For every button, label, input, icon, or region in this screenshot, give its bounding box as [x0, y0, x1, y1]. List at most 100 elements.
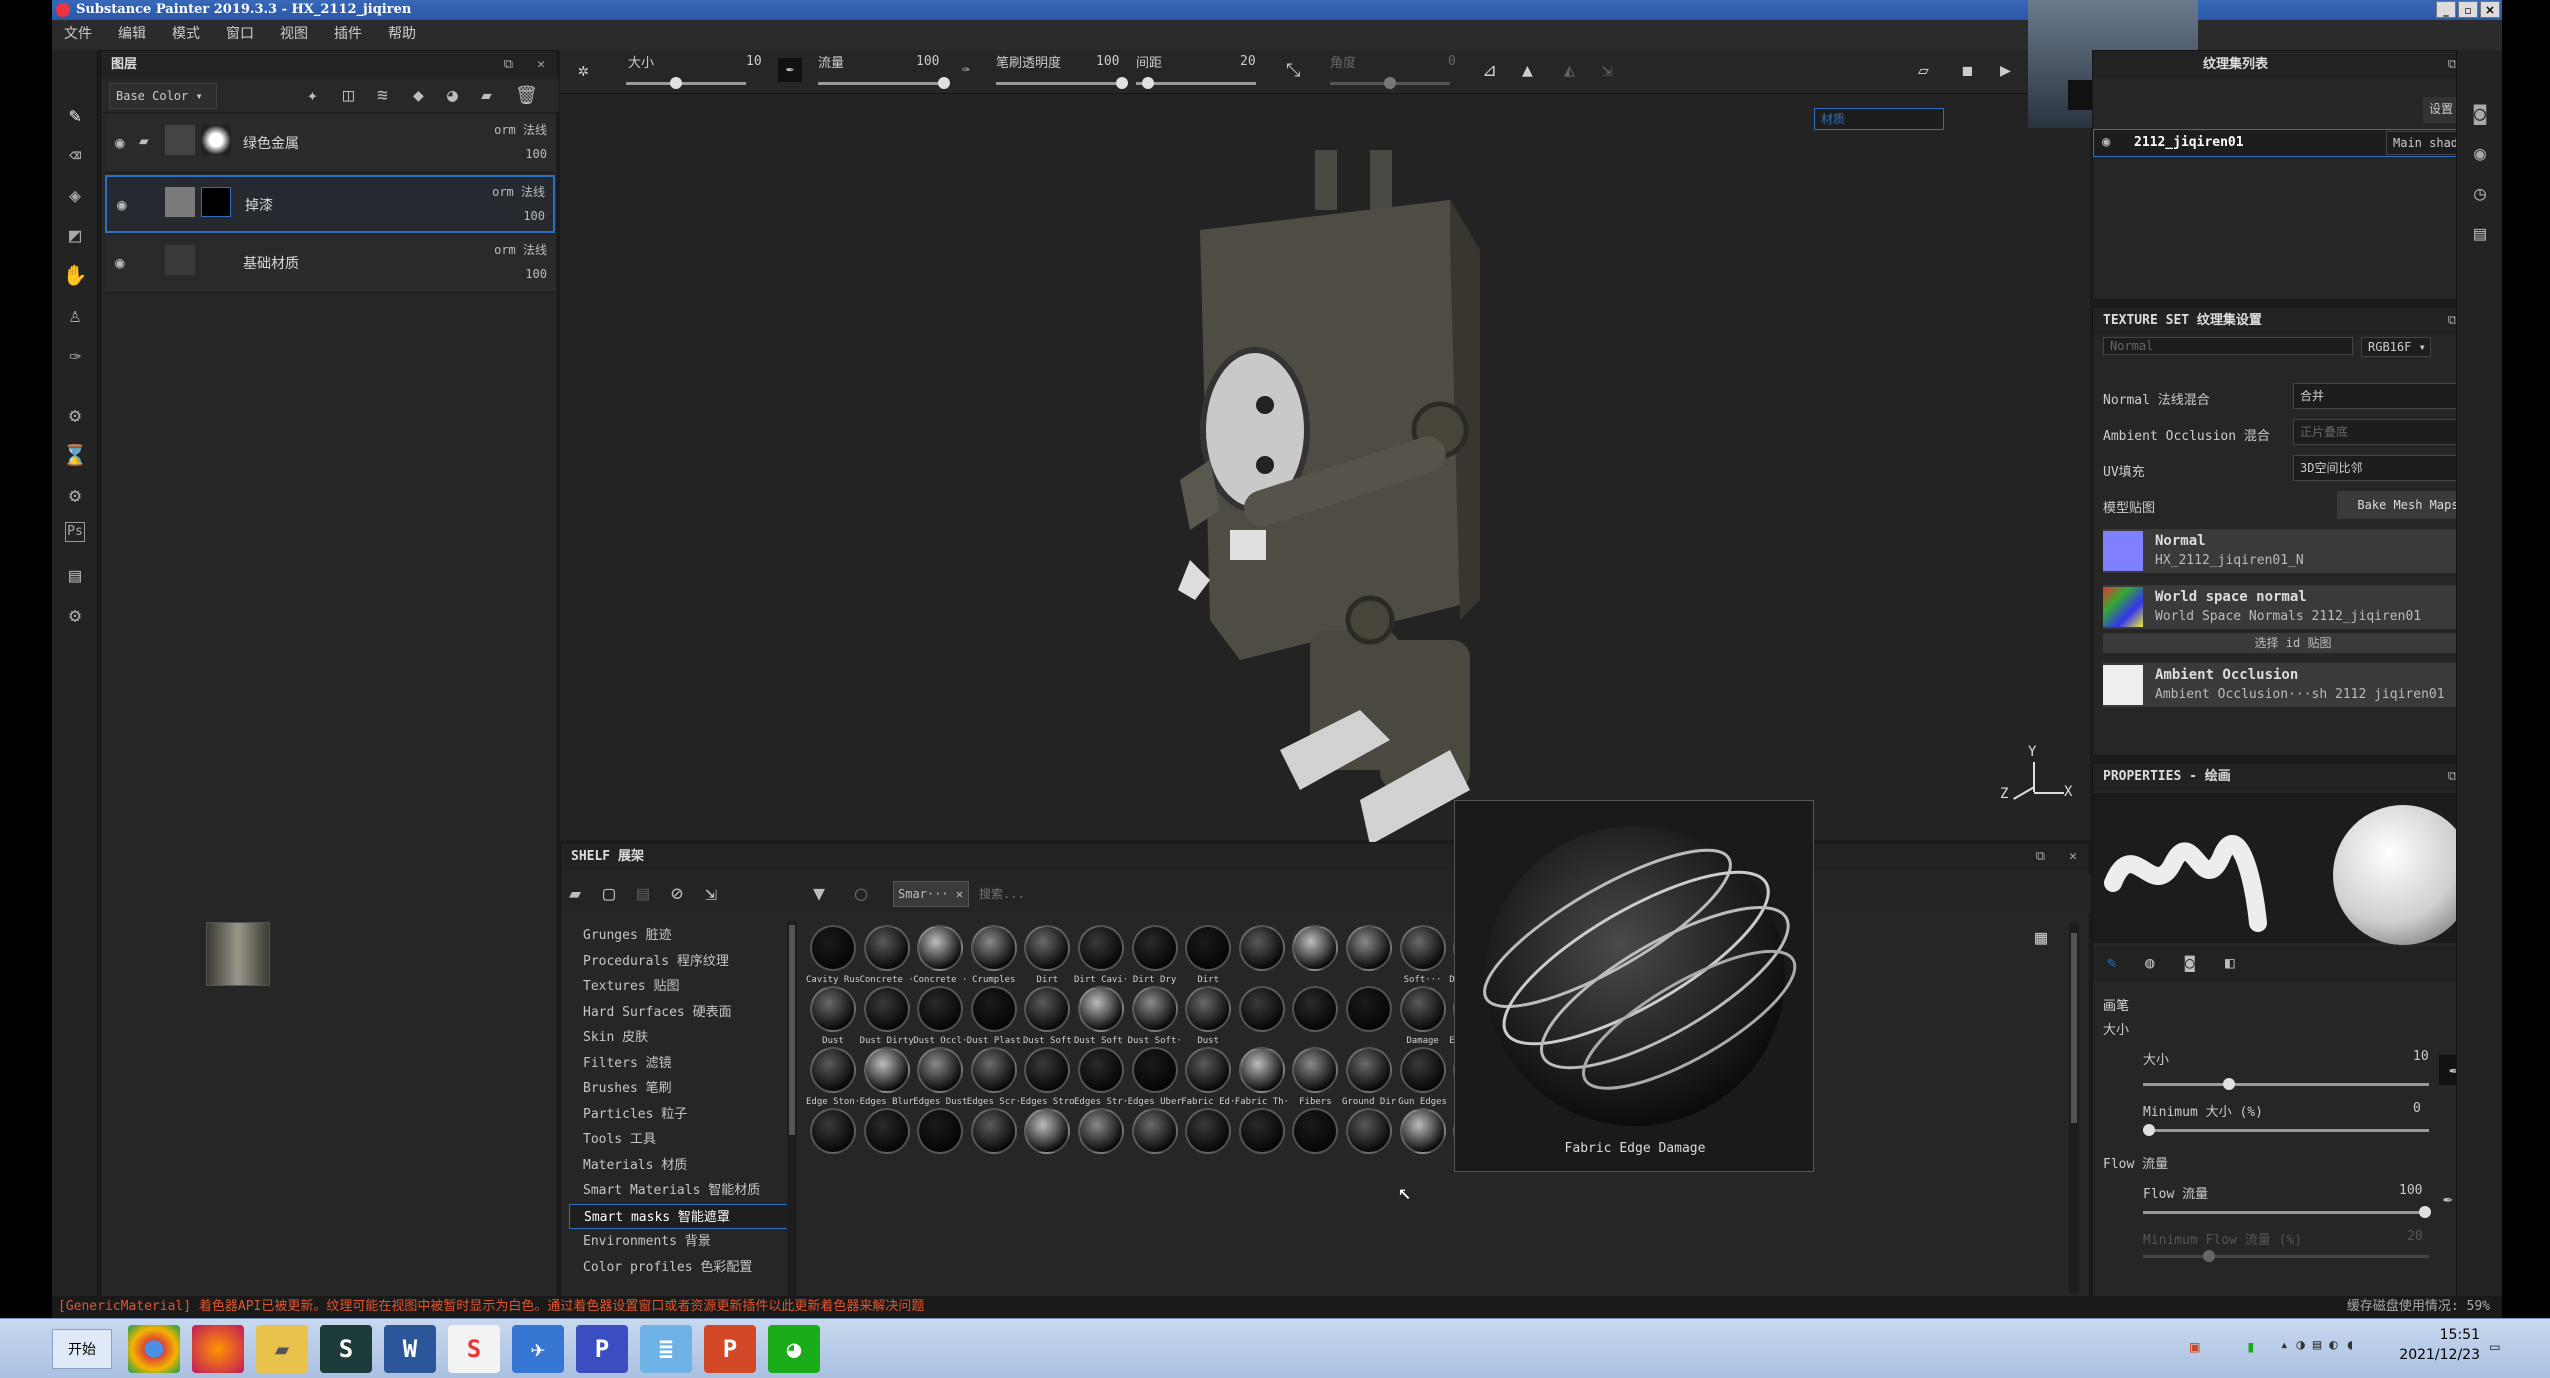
mirror-axis-icon[interactable]: ◭: [1564, 60, 1575, 81]
chrome-icon[interactable]: [128, 1325, 180, 1373]
opacity-slider[interactable]: [996, 77, 1128, 89]
add-effect-icon[interactable]: ✦: [307, 85, 318, 106]
layer-row-selected[interactable]: ◉ 掉漆 orm 法线 100: [105, 175, 555, 233]
alignment-icon[interactable]: ⊿: [1482, 60, 1497, 81]
close-panel-icon[interactable]: ✕: [2069, 843, 2077, 871]
smart-mask-item[interactable]: [1235, 1106, 1289, 1202]
eye-icon[interactable]: ◉: [115, 133, 125, 152]
eraser-tool-icon[interactable]: ⌫: [62, 142, 88, 168]
uv-padding-dropdown[interactable]: 3D空间比邻▾: [2293, 455, 2479, 481]
maximize-button[interactable]: ▫: [2458, 1, 2478, 18]
shelf-category[interactable]: Grunges 脏迹: [569, 923, 789, 949]
min-size-slider[interactable]: [2143, 1124, 2429, 1136]
shelf-category[interactable]: Particles 粒子: [569, 1102, 789, 1128]
photoshop-icon[interactable]: Ps: [65, 522, 85, 542]
menu-help[interactable]: 帮助: [388, 20, 416, 50]
opacity-value[interactable]: 100: [1096, 54, 1119, 69]
add-fill-layer-icon[interactable]: ◆: [413, 85, 424, 106]
history-icon[interactable]: ◷: [2467, 180, 2493, 206]
display-settings-icon[interactable]: ◉: [2467, 140, 2493, 166]
symmetry-icon[interactable]: ✲: [578, 60, 589, 81]
smart-mask-item[interactable]: [860, 1106, 914, 1202]
viewport-3d[interactable]: ✲ 大小 10 ✒ 流量 100 ✑ 笔刷透明度 100 间距 20 ⤡ 角度 …: [560, 0, 2198, 845]
format-dropdown[interactable]: RGB16F ▾: [2361, 337, 2431, 357]
brush-tool-icon[interactable]: ✎: [62, 102, 88, 128]
layer-blend[interactable]: orm 法线: [494, 121, 547, 138]
tray-icons[interactable]: ▴◑▤◐◖: [2280, 1337, 2362, 1353]
gear-icon[interactable]: ⚙: [62, 602, 88, 628]
p-app-icon[interactable]: P: [576, 1325, 628, 1373]
start-button[interactable]: 开始: [52, 1329, 112, 1369]
min-flow-slider[interactable]: [2143, 1250, 2429, 1262]
projection-tool-icon[interactable]: ◈: [62, 182, 88, 208]
robot-model[interactable]: [1060, 100, 1580, 880]
word-icon[interactable]: W: [384, 1325, 436, 1373]
shelf-category[interactable]: Environments 背景: [569, 1229, 789, 1255]
angle-slider[interactable]: [1330, 77, 1450, 89]
app-s-icon[interactable]: S: [320, 1325, 372, 1373]
shelf-category[interactable]: Textures 贴图: [569, 974, 789, 1000]
filter-icon[interactable]: ▼: [813, 881, 825, 905]
angle-value[interactable]: 0: [1448, 54, 1456, 69]
mirror-icon[interactable]: ▲: [1522, 60, 1533, 81]
texture-set-row[interactable]: ◉ 2112_jiqiren01 Main shader ▾: [2093, 129, 2501, 157]
menu-plugins[interactable]: 插件: [334, 20, 362, 50]
camera-icon[interactable]: ◙: [2467, 100, 2493, 126]
display-mode-icon[interactable]: ◼: [1962, 60, 1973, 81]
document-icon[interactable]: ▤: [62, 562, 88, 588]
smart-mask-item[interactable]: [1288, 1106, 1342, 1202]
smart-mask-item[interactable]: [1020, 1106, 1074, 1202]
delete-layer-icon[interactable]: 🗑: [515, 85, 538, 106]
menu-view[interactable]: 视图: [280, 20, 308, 50]
camera-view-icon[interactable]: ▱: [1918, 60, 1929, 81]
grid-view-icon[interactable]: ▦: [2035, 925, 2047, 949]
lazy-mouse-icon[interactable]: ⤡: [1286, 60, 1300, 81]
alpha-tab-icon[interactable]: ◙: [2185, 953, 2195, 972]
close-panel-icon[interactable]: ✕: [537, 51, 545, 79]
brush-flow-value[interactable]: 100: [2399, 1183, 2422, 1198]
save-icon[interactable]: ▤: [637, 881, 649, 905]
layer-blend[interactable]: orm 法线: [492, 183, 545, 200]
polygon-fill-icon[interactable]: ◩: [62, 222, 88, 248]
shelf-category[interactable]: Smart masks 智能遮罩: [569, 1203, 789, 1229]
flow-value[interactable]: 100: [916, 54, 939, 69]
eye-icon[interactable]: ◉: [115, 253, 125, 272]
flow-slider[interactable]: [818, 77, 950, 89]
log-icon[interactable]: ▤: [2467, 220, 2493, 246]
layer-row[interactable]: ◉ 基础材质 orm 法线 100: [105, 235, 555, 293]
minimize-button[interactable]: _: [2436, 1, 2456, 18]
select-id-map-button[interactable]: 选择 id 贴图: [2103, 633, 2483, 653]
wechat-icon[interactable]: ◕: [768, 1325, 820, 1373]
shelf-category[interactable]: Hard Surfaces 硬表面: [569, 1000, 789, 1026]
menu-file[interactable]: 文件: [64, 20, 92, 50]
ao-blend-dropdown[interactable]: 正片叠底: [2293, 419, 2479, 445]
new-file-icon[interactable]: ▢: [603, 881, 615, 905]
import-icon[interactable]: ⇲: [705, 881, 717, 905]
smart-mask-item[interactable]: [967, 1106, 1021, 1202]
smart-mask-item[interactable]: [1128, 1106, 1182, 1202]
smart-mask-item[interactable]: [806, 1106, 860, 1202]
transform-icon[interactable]: ⇲: [1602, 60, 1613, 81]
menu-window[interactable]: 窗口: [226, 20, 254, 50]
search-tag[interactable]: Smar··· ✕: [893, 881, 969, 907]
bake-tool-icon[interactable]: ⌛: [62, 442, 88, 468]
menu-mode[interactable]: 模式: [172, 20, 200, 50]
stencil-tab-icon[interactable]: ◧: [2225, 953, 2235, 972]
shelf-category[interactable]: Tools 工具: [569, 1127, 789, 1153]
float-panel-icon[interactable]: ⧉: [2036, 843, 2045, 871]
layer-opacity[interactable]: 100: [523, 209, 545, 223]
plugin-tool-icon[interactable]: ⚙: [62, 482, 88, 508]
eye-icon[interactable]: ◉: [2102, 134, 2110, 150]
shelf-category[interactable]: Brushes 笔刷: [569, 1076, 789, 1102]
material-mode-dropdown[interactable]: 材质: [1814, 108, 1944, 130]
feishu-icon[interactable]: ✈: [512, 1325, 564, 1373]
substance-icon[interactable]: S: [448, 1325, 500, 1373]
ao-map-item[interactable]: Ambient Occlusion Ambient Occlusion···sh …: [2103, 663, 2483, 707]
spacing-value[interactable]: 20: [1240, 54, 1256, 69]
hide-icon[interactable]: ⊘: [671, 881, 683, 905]
flow-pressure-icon[interactable]: ✑: [962, 62, 970, 77]
color-picker-icon[interactable]: ✑: [62, 342, 88, 368]
add-generator-icon[interactable]: ◕: [447, 85, 458, 106]
size-value[interactable]: 10: [746, 54, 762, 69]
shelf-category[interactable]: Smart Materials 智能材质: [569, 1178, 789, 1204]
